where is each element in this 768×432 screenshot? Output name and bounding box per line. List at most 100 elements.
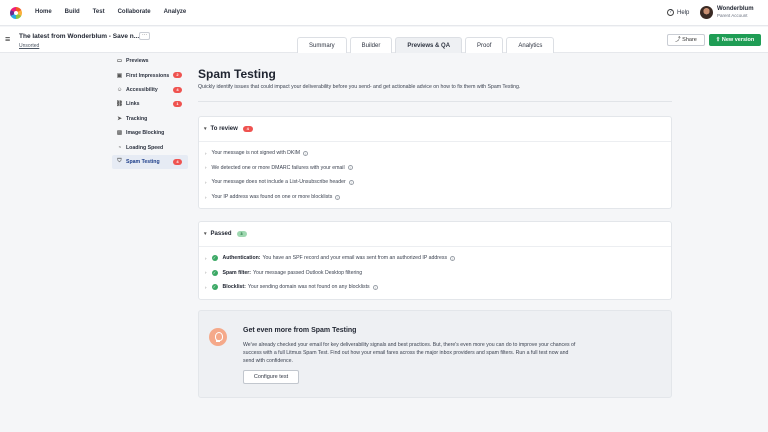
help-link[interactable]: ? Help xyxy=(667,9,689,16)
more-options-button[interactable]: ··· xyxy=(139,32,150,40)
nav-collaborate[interactable]: Collaborate xyxy=(118,9,151,15)
sidebar-item-tracking[interactable]: ➤ Tracking xyxy=(112,112,188,126)
review-item-blocklists[interactable]: › Your IP address was found on one or mo… xyxy=(199,190,671,205)
nav-build[interactable]: Build xyxy=(65,9,80,15)
info-icon[interactable]: i xyxy=(347,165,353,171)
sidebar-badge: 4 xyxy=(173,158,182,165)
avatar[interactable] xyxy=(700,6,713,19)
chevron-right-icon: › xyxy=(205,194,207,200)
to-review-count: 4 xyxy=(242,126,253,132)
tab-builder[interactable]: Builder xyxy=(349,37,393,53)
sidebar-badge: 2 xyxy=(173,72,182,79)
passed-item-authentication[interactable]: › ✓ Authentication: You have an SPF reco… xyxy=(199,251,671,266)
chevron-down-icon: ▾ xyxy=(204,126,207,132)
to-review-card: ▾ To review 4 › Your message is not sign… xyxy=(198,116,672,210)
sidebar-item-label: Image Blocking xyxy=(126,130,165,137)
new-version-button[interactable]: ⇧ New version xyxy=(709,34,761,46)
review-item-text: Your message is not signed with DKIM xyxy=(211,150,301,157)
info-icon[interactable]: i xyxy=(348,179,354,185)
nav-analyze[interactable]: Analyze xyxy=(164,9,187,15)
info-icon[interactable]: i xyxy=(335,194,341,200)
check-icon: ✓ xyxy=(211,269,218,276)
send-icon: ➤ xyxy=(117,115,122,122)
image-icon: ▨ xyxy=(116,130,123,137)
share-button[interactable]: ⤴ Share xyxy=(667,34,705,46)
sidebar-item-links[interactable]: ⛓ Links 1 xyxy=(112,97,188,111)
sidebar-badge: 4 xyxy=(173,86,182,93)
passed-card: ▾ Passed 3 › ✓ Authentication: You have … xyxy=(198,221,672,300)
chevron-right-icon: › xyxy=(205,255,207,261)
review-item-dmarc[interactable]: › We detected one or more DMARC failures… xyxy=(199,161,671,176)
sidebar-item-spam-testing[interactable]: ⛉ Spam Testing 4 xyxy=(112,154,188,170)
help-icon: ? xyxy=(667,9,674,16)
tab-analytics[interactable]: Analytics xyxy=(506,37,555,53)
accessibility-icon: ☺ xyxy=(116,86,123,93)
campaign-title[interactable]: The latest from Wonderblum - Save n... xyxy=(19,33,139,40)
help-label: Help xyxy=(677,9,690,16)
passed-item-text: Your sending domain was not found on any… xyxy=(247,284,370,291)
account-role: Parent Account xyxy=(717,13,748,18)
sidebar-item-label: Spam Testing xyxy=(126,158,160,165)
sidebar-item-label: First Impressions xyxy=(126,72,170,79)
page-subtitle: Quickly identify issues that could impac… xyxy=(198,84,521,90)
menu-toggle-icon[interactable]: ≡ xyxy=(5,35,10,44)
nav-home[interactable]: Home xyxy=(35,9,52,15)
info-icon[interactable]: i xyxy=(303,150,309,156)
share-icon: ⤴ xyxy=(675,37,681,43)
share-label: Share xyxy=(682,37,697,43)
sidebar-item-image-blocking[interactable]: ▨ Image Blocking xyxy=(112,126,188,140)
tab-proof[interactable]: Proof xyxy=(465,37,504,53)
top-nav-bar: Home Build Test Collaborate Analyze ? He… xyxy=(0,0,768,26)
chevron-right-icon: › xyxy=(205,270,207,276)
info-icon[interactable]: i xyxy=(372,284,378,290)
check-icon: ✓ xyxy=(211,284,218,291)
sidebar-badge: 1 xyxy=(173,101,182,108)
passed-item-text: You have an SPF record and your email wa… xyxy=(262,255,448,262)
passed-item-label: Blocklist: xyxy=(222,284,246,291)
configure-test-button[interactable]: Configure test xyxy=(243,370,299,384)
passed-count: 3 xyxy=(236,231,247,237)
passed-item-label: Spam filter: xyxy=(222,269,252,276)
sidebar-item-first-impressions[interactable]: ▣ First Impressions 2 xyxy=(112,68,188,82)
litmus-logo-icon[interactable] xyxy=(10,7,22,19)
to-review-title: To review xyxy=(210,126,238,132)
sidebar-item-label: Accessibility xyxy=(126,86,158,93)
to-review-header[interactable]: ▾ To review 4 xyxy=(199,117,671,142)
review-item-dkim[interactable]: › Your message is not signed with DKIM i xyxy=(199,146,671,161)
nav-test[interactable]: Test xyxy=(93,9,105,15)
page-title: Spam Testing xyxy=(198,67,276,81)
sidebar-item-label: Previews xyxy=(126,58,149,65)
passed-item-blocklist[interactable]: › ✓ Blocklist: Your sending domain was n… xyxy=(199,280,671,295)
qa-sidebar: ▭ Previews ▣ First Impressions 2 ☺ Acces… xyxy=(112,54,188,170)
chevron-right-icon: › xyxy=(205,165,207,171)
info-icon[interactable]: i xyxy=(450,255,456,261)
spam-test-promo: Get even more from Spam Testing We've al… xyxy=(198,310,672,398)
sidebar-item-loading-speed[interactable]: ◔ Loading Speed xyxy=(112,140,188,154)
passed-header[interactable]: ▾ Passed 3 xyxy=(199,222,671,247)
chevron-right-icon: › xyxy=(205,284,207,290)
new-version-label: New version xyxy=(721,37,755,43)
chevron-right-icon: › xyxy=(205,179,207,185)
campaign-tabs: Summary Builder Previews & QA Proof Anal… xyxy=(297,37,555,53)
review-item-text: We detected one or more DMARC failures w… xyxy=(211,164,345,171)
chevron-right-icon: › xyxy=(205,150,207,156)
tab-summary[interactable]: Summary xyxy=(297,37,347,53)
tab-previews-qa[interactable]: Previews & QA xyxy=(395,37,463,53)
promo-body: We've already checked your email for key… xyxy=(243,342,576,364)
sidebar-item-label: Loading Speed xyxy=(126,144,164,151)
passed-title: Passed xyxy=(210,231,232,237)
chevron-down-icon: ▾ xyxy=(204,231,207,237)
sidebar-item-accessibility[interactable]: ☺ Accessibility 4 xyxy=(112,83,188,97)
check-icon: ✓ xyxy=(211,255,218,262)
main-nav: Home Build Test Collaborate Analyze xyxy=(35,9,186,15)
review-item-list-unsubscribe[interactable]: › Your message does not include a List-U… xyxy=(199,175,671,190)
account-menu[interactable]: Wonderblum Parent Account xyxy=(717,6,754,18)
inbox-icon: ▣ xyxy=(116,72,123,79)
campaign-folder-link[interactable]: Unsorted xyxy=(19,43,39,49)
monitor-icon: ▭ xyxy=(116,58,123,65)
passed-item-spam-filter[interactable]: › ✓ Spam filter: Your message passed Out… xyxy=(199,266,671,281)
sidebar-item-previews[interactable]: ▭ Previews xyxy=(112,54,188,68)
speed-icon: ◔ xyxy=(117,144,122,151)
passed-item-label: Authentication: xyxy=(222,255,261,262)
review-item-text: Your IP address was found on one or more… xyxy=(211,194,333,201)
